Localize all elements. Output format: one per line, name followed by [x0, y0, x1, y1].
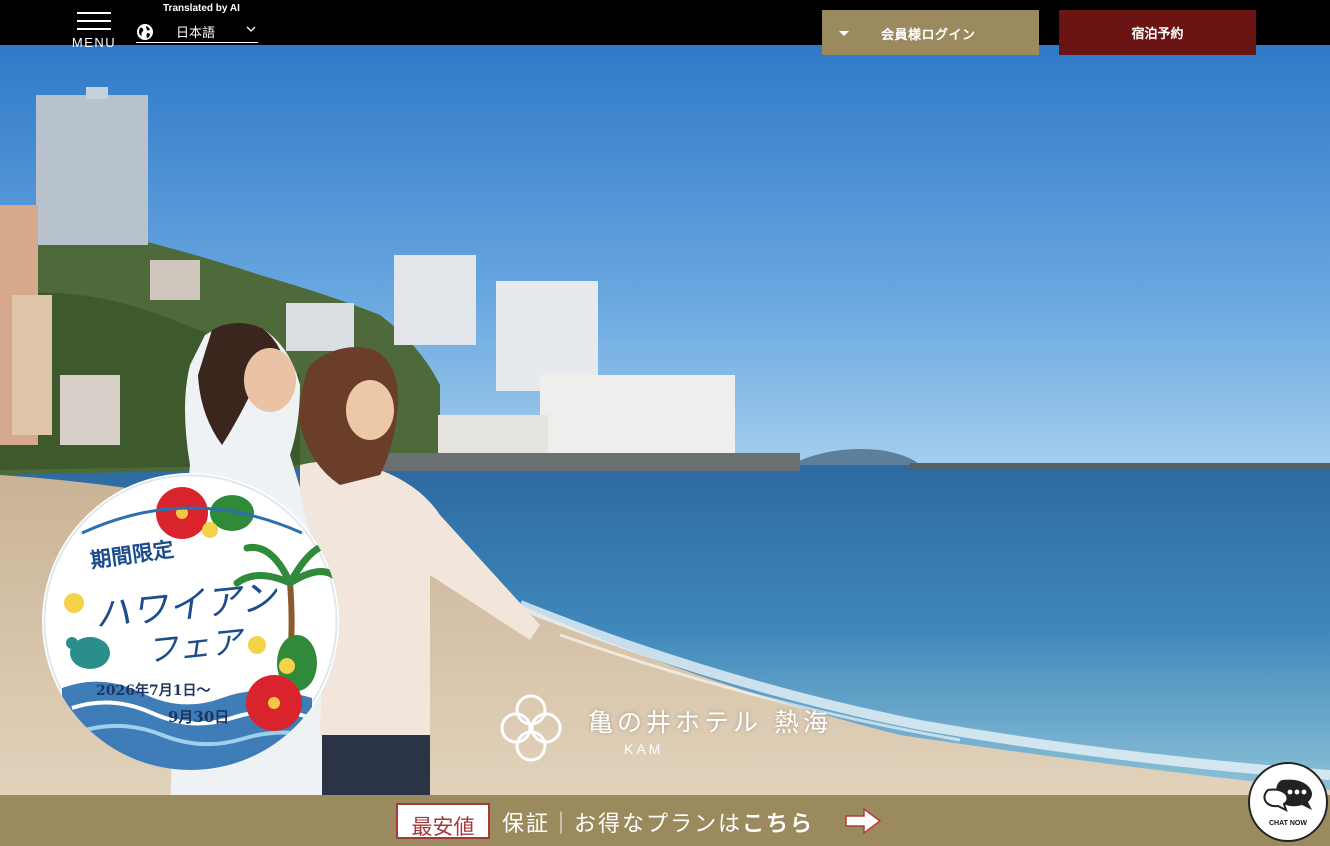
- language-value: 日本語: [176, 26, 216, 41]
- hotel-logo[interactable]: 亀の井ホテル 熱海 KAM: [496, 690, 836, 770]
- hamburger-icon: [77, 12, 111, 30]
- top-bar: MENU Translated by AI 日本語 会員様ログイン 宿泊予約: [0, 0, 1330, 55]
- hotel-name-sub: KAM: [624, 741, 664, 757]
- language-selector: Translated by AI 日本語: [136, 2, 260, 44]
- best-price-text-link: こちら: [742, 811, 815, 837]
- reservation-button[interactable]: 宿泊予約: [1059, 10, 1256, 55]
- chevron-down-icon: [246, 26, 256, 32]
- dropdown-triangle-icon: [839, 31, 849, 36]
- knot-logo-icon: [500, 694, 562, 762]
- menu-label: MENU: [71, 35, 117, 50]
- chat-bubble-icon: [1263, 779, 1312, 812]
- language-select[interactable]: 日本語: [136, 19, 258, 43]
- best-price-banner[interactable]: 最安値 保証｜お得なプランはこちら: [0, 795, 1330, 846]
- reservation-label: 宿泊予約: [1131, 27, 1184, 42]
- translated-by-ai-label: Translated by AI: [163, 3, 240, 14]
- chat-now-label: CHAT NOW: [1269, 820, 1307, 827]
- hotel-name: 亀の井ホテル 熱海: [588, 708, 832, 737]
- hero-section: 亀の井ホテル 熱海 KAM 期間限定 ハワイアン フェア 2026年7月1日～ …: [0, 45, 1330, 795]
- fair-start-date: 2026年7月1日～: [96, 683, 211, 699]
- arrow-right-icon: [845, 807, 882, 835]
- hawaiian-fair-badge[interactable]: 期間限定 ハワイアン フェア 2026年7月1日～ 9月30日: [42, 473, 339, 770]
- best-price-tag-label: 最安値: [411, 815, 475, 839]
- best-price-tag: 最安値: [396, 803, 490, 839]
- globe-icon: [137, 24, 153, 40]
- member-login-label: 会員様ログイン: [881, 28, 976, 43]
- best-price-text: 保証｜お得なプランはこちら: [502, 806, 814, 838]
- fair-end-date: 9月30日: [168, 708, 230, 726]
- chat-now-button[interactable]: CHAT NOW: [1248, 762, 1328, 842]
- member-login-button[interactable]: 会員様ログイン: [822, 10, 1039, 55]
- best-price-text-plain: 保証｜お得なプランは: [502, 812, 743, 837]
- menu-button[interactable]: MENU: [70, 8, 118, 50]
